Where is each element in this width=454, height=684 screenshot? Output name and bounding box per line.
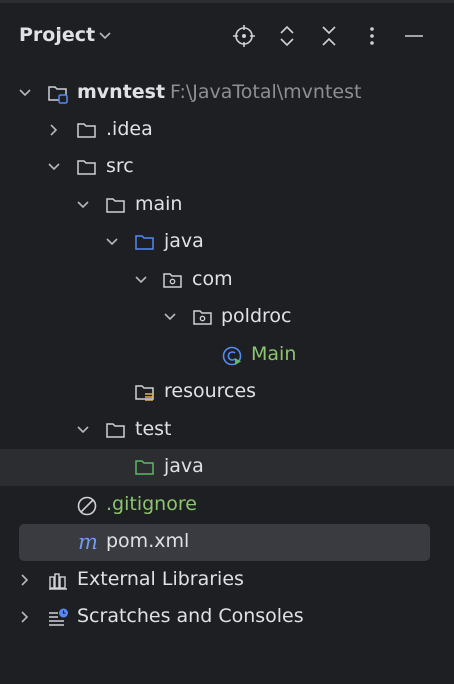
collapse-all-icon[interactable] (316, 23, 342, 49)
folder-icon (106, 423, 125, 438)
more-options-icon[interactable] (359, 23, 385, 49)
root-path: F:\JavaTotal\mvntest (170, 81, 362, 103)
tree-item-label: java (164, 230, 204, 252)
tree-item-label: External Libraries (77, 568, 244, 590)
tree-item-label: java (164, 455, 204, 477)
tree-item-pom[interactable]: m pom.xml (19, 524, 430, 561)
tree-item-label: resources (164, 380, 257, 402)
tree-item-test[interactable]: test (0, 412, 454, 449)
minimize-icon[interactable] (401, 23, 427, 49)
folder-icon (77, 160, 96, 175)
scratches-icon (49, 608, 68, 626)
folder-icon (106, 198, 125, 213)
tree-item-label: pom.xml (106, 530, 190, 552)
tree-item-scratches[interactable]: Scratches and Consoles (0, 599, 454, 636)
tree-item-resources[interactable]: resources (0, 374, 454, 411)
tree-item-main[interactable]: main (0, 187, 454, 224)
chevron-down-icon[interactable] (46, 159, 62, 175)
tree-item-label: .gitignore (106, 493, 197, 515)
tree-item-label: .idea (106, 118, 153, 140)
package-icon (163, 273, 182, 288)
test-source-folder-icon (135, 460, 154, 475)
tree-item-poldroc[interactable]: poldroc (0, 299, 454, 336)
project-header: Project (0, 3, 454, 67)
tree-item-label: poldroc (221, 305, 292, 327)
chevron-down-icon[interactable] (75, 197, 91, 213)
chevron-down-icon[interactable] (162, 309, 178, 325)
folder-icon (77, 123, 96, 138)
tree-item-label: Scratches and Consoles (77, 605, 304, 627)
tree-item-java-main[interactable]: java (0, 224, 454, 261)
tree-item-gitignore[interactable]: .gitignore (0, 487, 454, 524)
tree-item-label: src (106, 155, 134, 177)
maven-icon: m (78, 532, 98, 554)
resources-folder-icon (135, 385, 154, 401)
tree-item-com[interactable]: com (0, 262, 454, 299)
chevron-down-icon[interactable] (17, 85, 33, 101)
locate-icon[interactable] (231, 23, 257, 49)
module-folder-icon (48, 86, 68, 104)
tree-item-root[interactable]: mvntest F:\JavaTotal\mvntest (0, 75, 454, 112)
chevron-right-icon[interactable] (17, 609, 33, 625)
java-class-run-icon (222, 346, 242, 366)
panel-title[interactable]: Project (19, 24, 95, 46)
ignore-file-icon (77, 496, 97, 516)
expand-collapse-icon[interactable] (274, 23, 300, 49)
tree-item-external-libraries[interactable]: External Libraries (0, 562, 454, 599)
chevron-right-icon[interactable] (17, 572, 33, 588)
tree-item-main-class[interactable]: Main (0, 337, 454, 374)
svg-text:m: m (78, 532, 98, 554)
chevron-down-icon[interactable] (104, 234, 120, 250)
chevron-down-icon[interactable] (75, 422, 91, 438)
source-folder-icon (135, 235, 154, 250)
tree-item-label: main (135, 193, 183, 215)
tree-item-src[interactable]: src (0, 149, 454, 186)
root-name: mvntest (77, 81, 166, 103)
tree-item-label: com (192, 268, 233, 290)
package-icon (193, 310, 212, 325)
tree-item-label: Main (251, 343, 297, 365)
chevron-down-icon[interactable] (98, 31, 112, 41)
chevron-down-icon[interactable] (133, 272, 149, 288)
library-icon (49, 573, 67, 590)
tree-item-idea[interactable]: .idea (0, 112, 454, 149)
chevron-right-icon[interactable] (46, 122, 62, 138)
tree-item-java-test[interactable]: java (0, 449, 454, 486)
tree-item-label: test (135, 418, 172, 440)
